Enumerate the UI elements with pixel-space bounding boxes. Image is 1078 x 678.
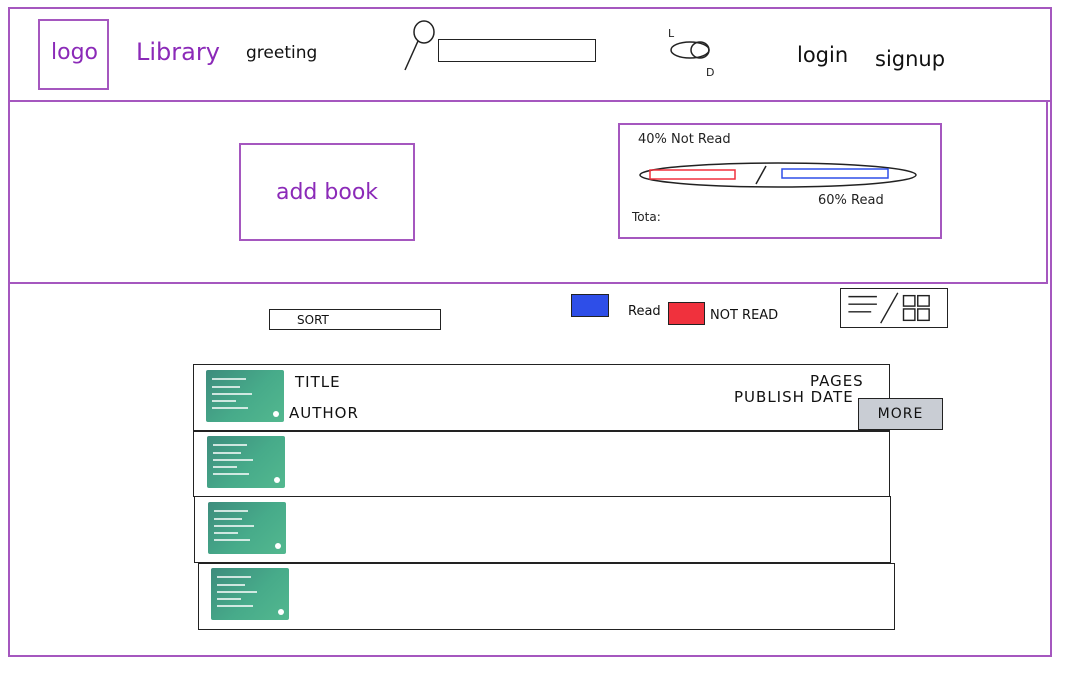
logo: logo (51, 40, 98, 65)
more-button[interactable]: MORE (858, 398, 943, 430)
theme-toggle[interactable]: L D (664, 28, 720, 80)
search-icon[interactable] (402, 18, 438, 72)
not-read-color-swatch (668, 302, 705, 325)
book-publish-date: PUBLISH DATE (734, 388, 854, 406)
book-author: AUTHOR (289, 404, 359, 422)
book-title: TITLE (295, 373, 341, 391)
theme-toggle-light-label: L (668, 28, 675, 40)
book-row[interactable] (198, 563, 895, 630)
not-read-legend-label: NOT READ (710, 308, 779, 323)
book-cover-thumbnail (207, 436, 285, 488)
app-title: Library (136, 38, 220, 66)
reading-progress-bar (639, 162, 917, 188)
add-book-button[interactable]: add book (239, 143, 415, 241)
greeting-text: greeting (246, 43, 318, 63)
read-color-swatch (571, 294, 609, 317)
not-read-percent-label: 40% Not Read (638, 132, 731, 147)
sort-button[interactable]: SORT (269, 309, 441, 330)
book-row[interactable] (193, 431, 890, 497)
book-cover-thumbnail (208, 502, 286, 554)
book-row[interactable] (194, 496, 891, 563)
book-cover-thumbnail (211, 568, 289, 620)
read-legend-label: Read (628, 304, 661, 319)
grid-icon (902, 294, 930, 322)
read-percent-label: 60% Read (818, 193, 884, 208)
theme-toggle-dark-label: D (706, 66, 714, 79)
progress-divider (755, 165, 767, 185)
book-cover-thumbnail (206, 370, 284, 422)
not-read-segment (649, 169, 736, 180)
login-link[interactable]: login (797, 43, 848, 67)
list-icon (848, 295, 877, 313)
signup-link[interactable]: signup (875, 47, 945, 71)
total-label: Tota: (632, 210, 661, 224)
list-grid-view-toggle[interactable] (840, 288, 948, 328)
search-input[interactable] (438, 39, 596, 62)
read-segment (781, 168, 889, 179)
